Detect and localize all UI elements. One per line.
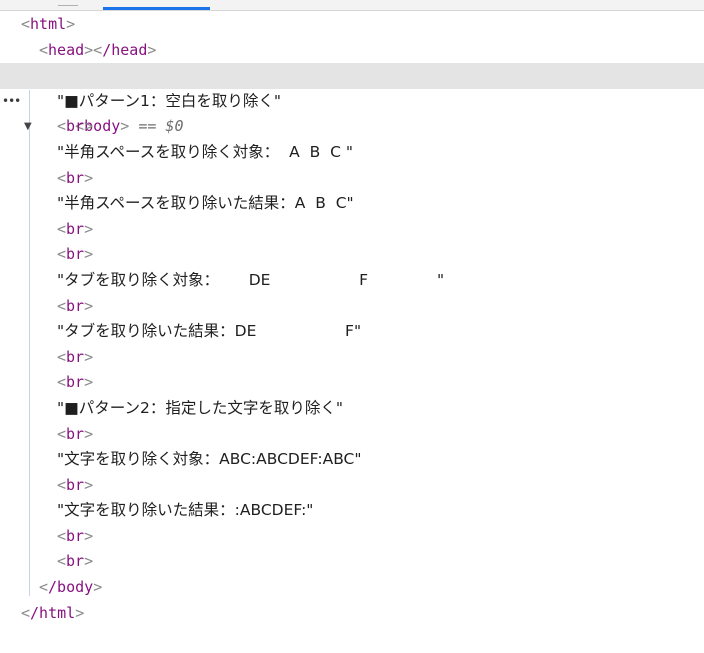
tag-name: br bbox=[66, 552, 85, 571]
text-node-value: "■パターン2：指定した文字を取り除く" bbox=[57, 398, 343, 417]
text-node[interactable]: "半角スペースを取り除く対象： A B C " bbox=[0, 140, 704, 166]
bracket: > bbox=[84, 526, 94, 545]
bracket: > bbox=[84, 219, 94, 238]
bracket: >< bbox=[84, 40, 103, 59]
br-node[interactable]: <br> bbox=[0, 473, 704, 499]
bracket: > bbox=[75, 603, 85, 622]
bracket: > bbox=[84, 347, 94, 366]
bracket: > bbox=[84, 373, 94, 392]
bracket: > bbox=[84, 475, 94, 494]
text-node-value: "半角スペースを取り除いた結果：A B C" bbox=[57, 194, 354, 213]
tag-name: br bbox=[66, 245, 85, 264]
text-node-value: "タブを取り除く対象： DE F " bbox=[57, 270, 445, 289]
tag-name: html bbox=[30, 15, 67, 33]
tree-node-head[interactable]: <head></head> bbox=[0, 38, 704, 64]
br-node[interactable]: <br> bbox=[0, 166, 704, 192]
tree-node-html-open[interactable]: <html> bbox=[0, 12, 704, 38]
bracket: < bbox=[39, 40, 49, 59]
bracket: < bbox=[57, 347, 67, 366]
text-node-value: "文字を取り除いた結果：:ABCDEF:" bbox=[57, 501, 314, 520]
text-node[interactable]: "■パターン1：空白を取り除く" bbox=[0, 89, 704, 115]
bracket: < bbox=[57, 424, 67, 443]
tag-name: /html bbox=[30, 603, 76, 622]
text-node-value: "文字を取り除く対象：ABC:ABCDEF:ABC" bbox=[57, 450, 362, 469]
text-node[interactable]: "半角スペースを取り除いた結果：A B C" bbox=[0, 191, 704, 217]
text-node-value: "半角スペースを取り除く対象： A B C " bbox=[57, 142, 353, 161]
bracket: < bbox=[57, 296, 67, 315]
bracket: > bbox=[84, 117, 94, 136]
tag-name: br bbox=[66, 526, 85, 545]
active-tab-indicator bbox=[103, 7, 210, 10]
bracket: < bbox=[57, 168, 67, 187]
tag-name: br bbox=[66, 424, 85, 443]
br-node[interactable]: <br> bbox=[0, 345, 704, 371]
bracket: < bbox=[57, 475, 67, 494]
tree-node-body-selected[interactable]: ••• ▼ <body> == $0 bbox=[0, 63, 704, 135]
text-node[interactable]: "文字を取り除く対象：ABC:ABCDEF:ABC" bbox=[0, 447, 704, 473]
tree-node-body-close[interactable]: </body> bbox=[0, 575, 704, 601]
br-node[interactable]: <br> bbox=[0, 370, 704, 396]
bracket: > bbox=[84, 168, 94, 187]
bracket: > bbox=[66, 15, 76, 33]
tag-name: br bbox=[66, 219, 85, 238]
tag-name: br bbox=[66, 296, 85, 315]
text-node[interactable]: "タブを取り除く対象： DE F " bbox=[0, 268, 704, 294]
br-node[interactable]: <br> bbox=[0, 422, 704, 448]
text-node[interactable]: "タブを取り除いた結果：DE F" bbox=[0, 319, 704, 345]
tag-name: br bbox=[66, 117, 85, 136]
bracket: < bbox=[57, 552, 67, 571]
bracket: < bbox=[21, 15, 31, 33]
br-node[interactable]: <br> bbox=[0, 549, 704, 575]
br-node[interactable]: <br> bbox=[0, 217, 704, 243]
text-node[interactable]: "■パターン2：指定した文字を取り除く" bbox=[0, 396, 704, 422]
bracket: > bbox=[93, 578, 103, 597]
bracket: > bbox=[147, 40, 157, 59]
bracket: > bbox=[84, 552, 94, 571]
body-children: "■パターン1：空白を取り除く" <br> "半角スペースを取り除く対象： A B … bbox=[0, 89, 704, 575]
text-node-value: "タブを取り除いた結果：DE F" bbox=[57, 322, 362, 341]
bracket: < bbox=[21, 603, 31, 622]
bracket: > bbox=[84, 296, 94, 315]
tag-name: br bbox=[66, 347, 85, 366]
tag-name: br bbox=[66, 475, 85, 494]
bracket: < bbox=[57, 219, 67, 238]
bracket: > bbox=[84, 245, 94, 264]
bracket: < bbox=[57, 245, 67, 264]
bracket: < bbox=[39, 578, 49, 597]
tag-name: br bbox=[66, 168, 85, 187]
text-node-value: "■パターン1：空白を取り除く" bbox=[57, 91, 281, 110]
tag-name: /head bbox=[102, 40, 148, 59]
br-node[interactable]: <br> bbox=[0, 114, 704, 140]
br-node[interactable]: <br> bbox=[0, 294, 704, 320]
br-node[interactable]: <br> bbox=[0, 524, 704, 550]
tag-name: head bbox=[48, 40, 85, 59]
tag-name: /body bbox=[48, 578, 94, 597]
bracket: < bbox=[57, 526, 67, 545]
tree-node-html-close[interactable]: </html> bbox=[0, 601, 704, 627]
tab-icon[interactable] bbox=[58, 0, 78, 6]
text-node[interactable]: "文字を取り除いた結果：:ABCDEF:" bbox=[0, 498, 704, 524]
bracket: > bbox=[84, 424, 94, 443]
devtools-tab-strip bbox=[0, 0, 704, 11]
elements-tree: <html> <head></head> ••• ▼ <body> == $0 "… bbox=[0, 12, 704, 626]
br-node[interactable]: <br> bbox=[0, 242, 704, 268]
tag-name: br bbox=[66, 373, 85, 392]
bracket: < bbox=[57, 373, 67, 392]
bracket: < bbox=[57, 117, 67, 136]
